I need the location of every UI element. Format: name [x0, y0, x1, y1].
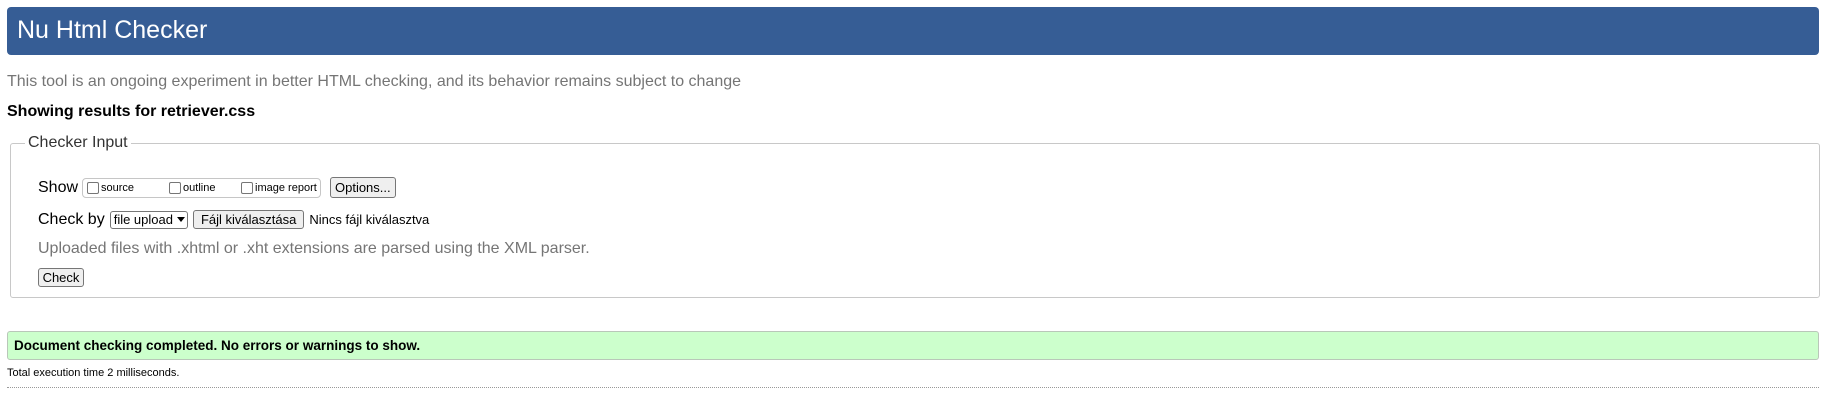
- source-checkbox-label: source: [101, 181, 135, 194]
- source-checkbox[interactable]: [87, 181, 100, 194]
- success-message: Document checking completed. No errors o…: [14, 338, 421, 353]
- outline-checkbox-label: outline: [183, 181, 216, 194]
- checker-input-legend: Checker Input: [28, 134, 128, 151]
- options-button[interactable]: Options...: [329, 177, 396, 198]
- showing-results-heading: Showing results for retriever.css: [7, 103, 256, 120]
- show-options-group: source outline image report: [82, 177, 321, 198]
- image-report-checkbox-label: image report: [255, 181, 317, 194]
- execution-time-text: Total execution time 2 milliseconds.: [7, 367, 180, 379]
- footer-divider: [7, 387, 1819, 388]
- chevron-down-icon: [176, 217, 185, 222]
- show-outline-option[interactable]: outline: [167, 181, 239, 194]
- submit-row: Check: [38, 268, 84, 287]
- check-by-label: Check by: [38, 210, 105, 228]
- image-report-checkbox[interactable]: [241, 181, 254, 194]
- show-source-option[interactable]: source: [85, 181, 167, 194]
- parser-note-row: Uploaded files with .xhtml or .xht exten…: [38, 240, 590, 258]
- check-by-row: Check by file upload Fájl kiválasztása N…: [38, 210, 429, 229]
- header-bar: Nu Html Checker: [7, 7, 1819, 55]
- outline-checkbox[interactable]: [169, 181, 182, 194]
- check-button[interactable]: Check: [38, 268, 84, 287]
- show-row: Show source outline image report Options…: [38, 177, 396, 198]
- no-file-chosen-text: Nincs fájl kiválasztva: [309, 212, 430, 227]
- show-label: Show: [38, 178, 79, 196]
- choose-file-button[interactable]: Fájl kiválasztása: [192, 210, 305, 229]
- tool-description: This tool is an ongoing experiment in be…: [7, 73, 742, 90]
- check-by-selected-value: file upload: [113, 212, 173, 227]
- page-title: Nu Html Checker: [17, 16, 208, 44]
- xml-parser-note: Uploaded files with .xhtml or .xht exten…: [38, 240, 590, 257]
- success-message-bar: Document checking completed. No errors o…: [7, 331, 1819, 360]
- check-by-select[interactable]: file upload: [109, 210, 188, 229]
- show-image-report-option[interactable]: image report: [239, 181, 317, 194]
- page: Nu Html Checker This tool is an ongoing …: [0, 0, 1827, 420]
- checker-input-fieldset: Checker Input Show source outline image …: [10, 134, 1820, 298]
